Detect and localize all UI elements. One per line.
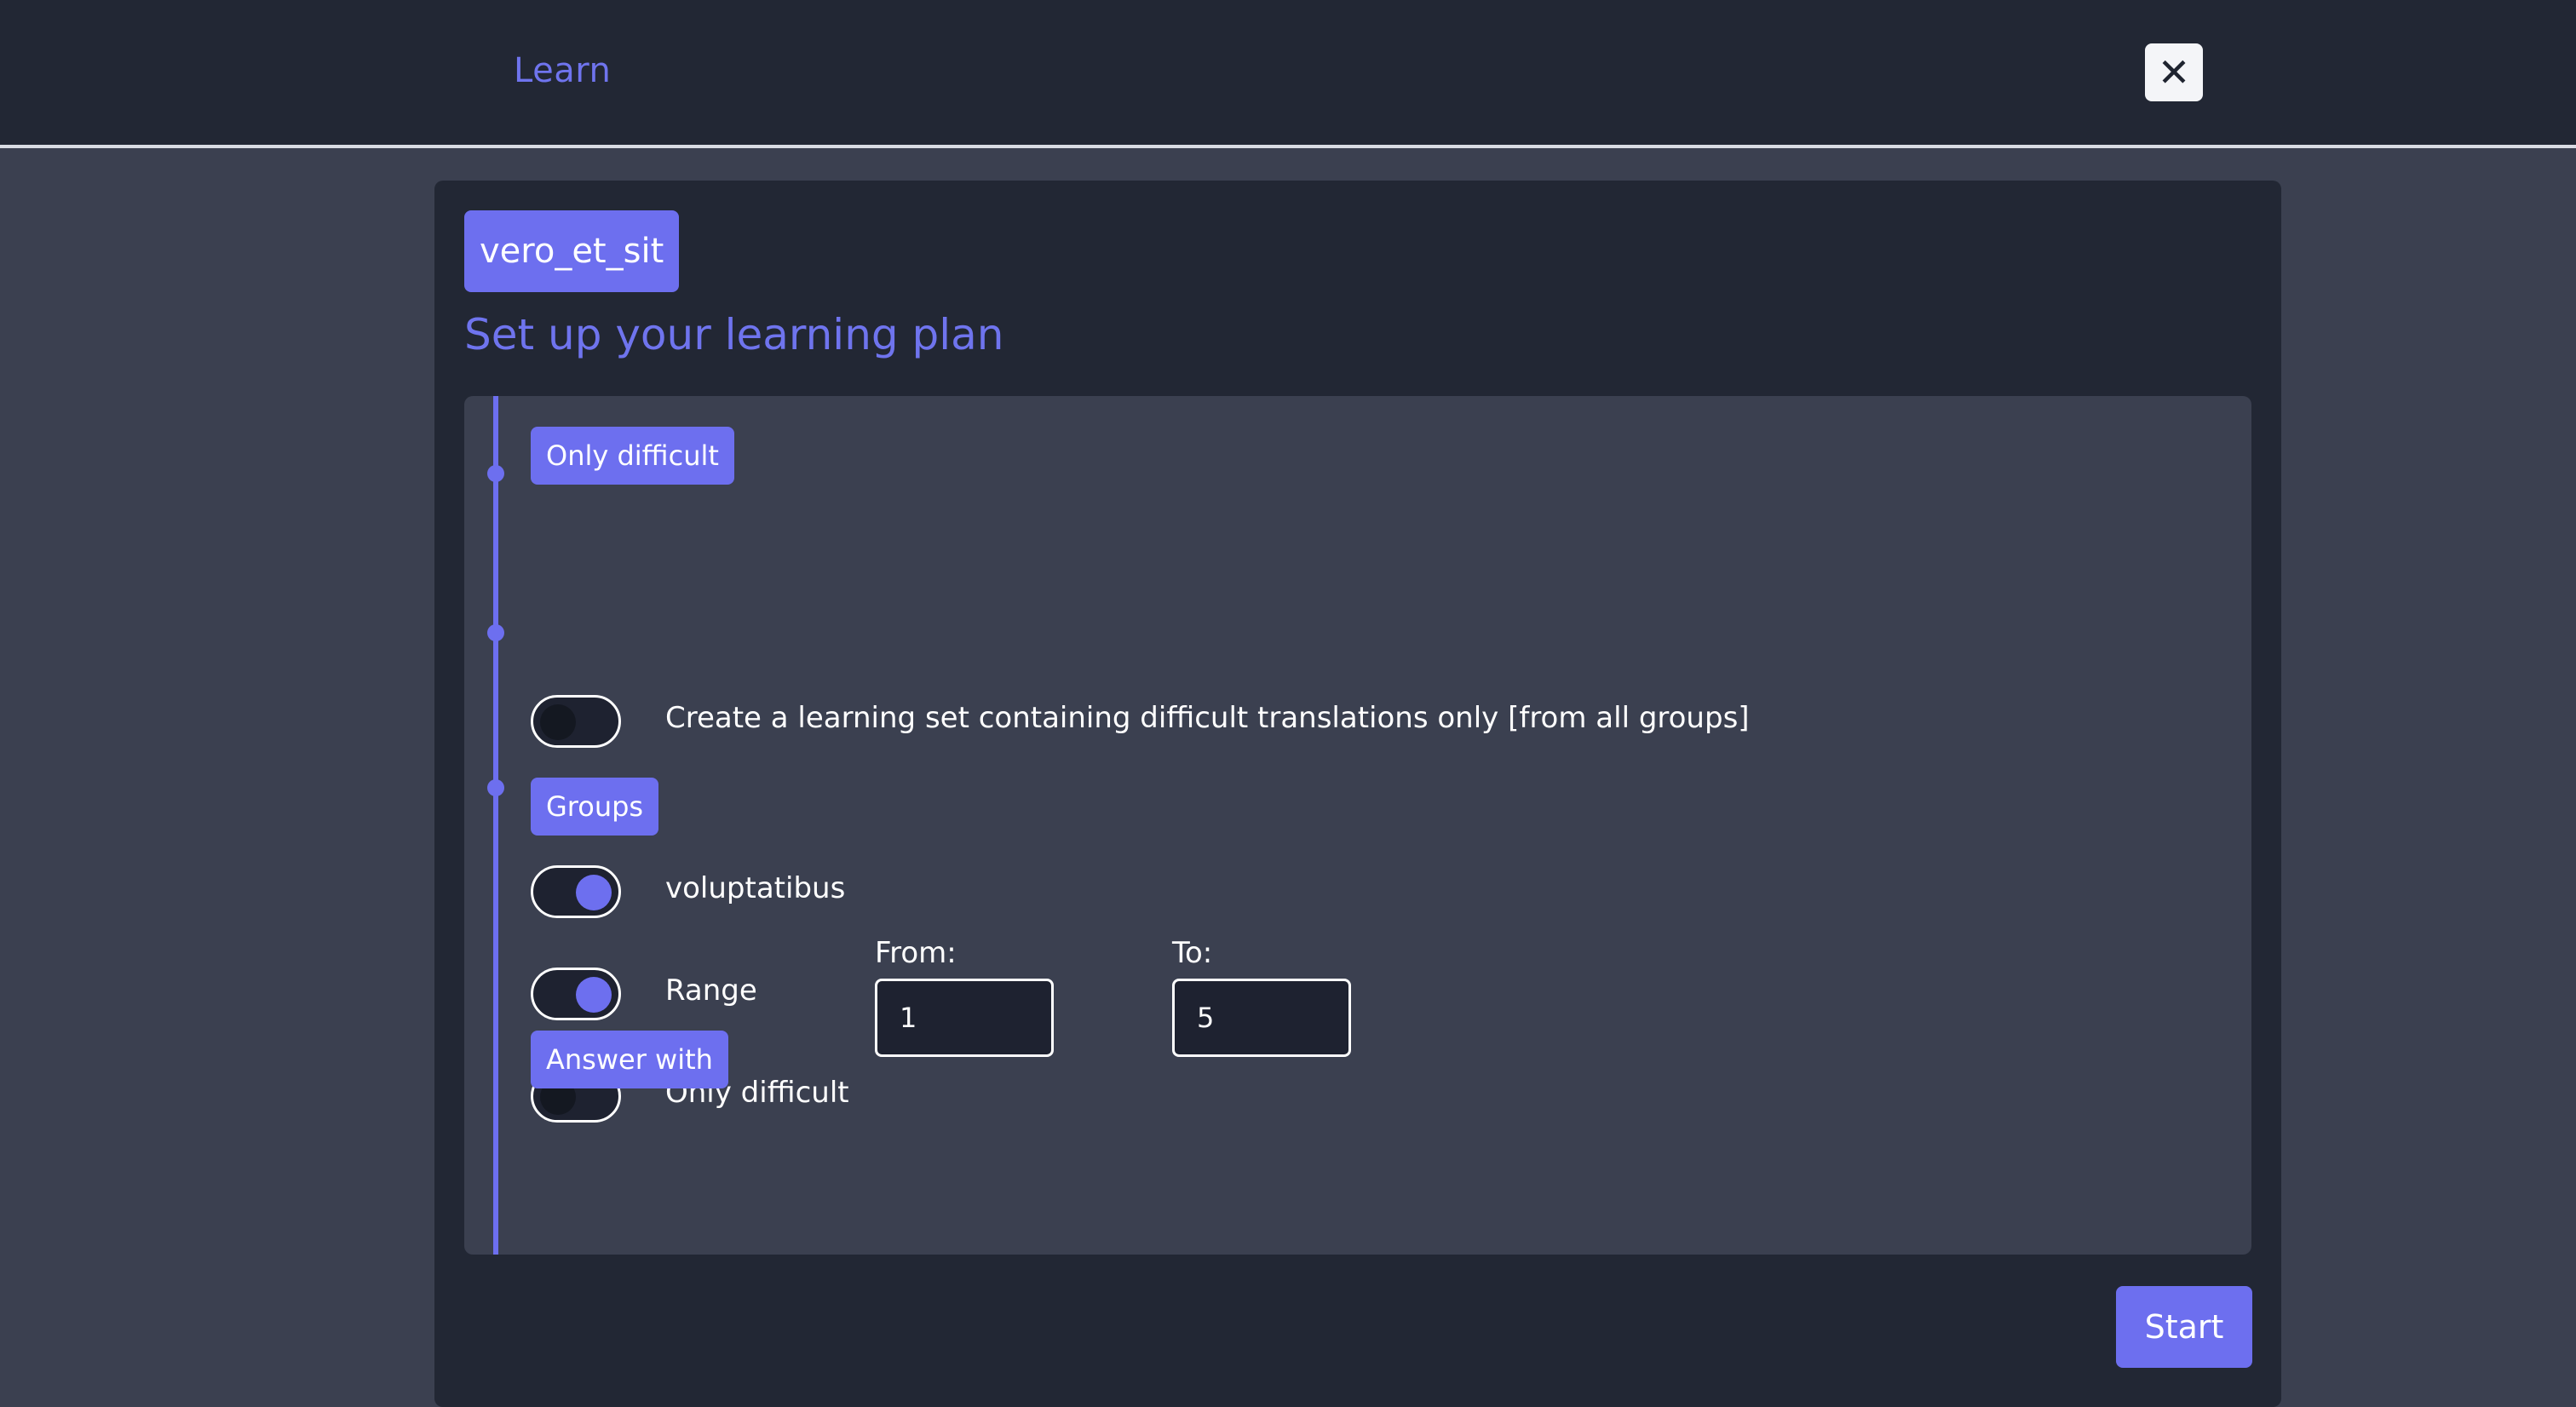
group-voluptatibus-toggle[interactable] [531,865,621,918]
plan-options-card: Only difficult Create a learning set con… [464,396,2251,1255]
range-to-label: To: [1172,936,1213,970]
timeline-dot [487,779,504,796]
toggle-knob [576,875,612,910]
start-button[interactable]: Start [2116,1286,2252,1368]
timeline-dot [487,624,504,641]
plan-title: Set up your learning plan [464,310,1004,359]
close-icon: ✕ [2157,49,2191,95]
range-label: Range [665,973,757,1008]
difficult-only-label: Create a learning set containing difficu… [665,701,1750,735]
range-from-label: From: [875,936,957,970]
page-title: Learn [514,51,612,90]
timeline-dot [487,465,504,482]
toggle-knob [576,977,612,1013]
only-difficult-tag: Only difficult [531,427,734,485]
range-toggle[interactable] [531,968,621,1020]
group-voluptatibus-label: voluptatibus [665,871,846,905]
range-from-input[interactable] [875,979,1054,1057]
timeline-rail [493,396,498,1255]
learning-plan-panel: vero_et_sit Set up your learning plan On… [434,181,2281,1407]
range-to-input[interactable] [1172,979,1351,1057]
close-button[interactable]: ✕ [2145,43,2203,101]
groups-tag: Groups [531,778,659,836]
answer-with-tag: Answer with [531,1031,728,1088]
top-bar: Learn ✕ [0,0,2576,148]
difficult-only-toggle[interactable] [531,695,621,748]
set-name-badge: vero_et_sit [464,210,680,292]
toggle-knob [540,704,576,740]
